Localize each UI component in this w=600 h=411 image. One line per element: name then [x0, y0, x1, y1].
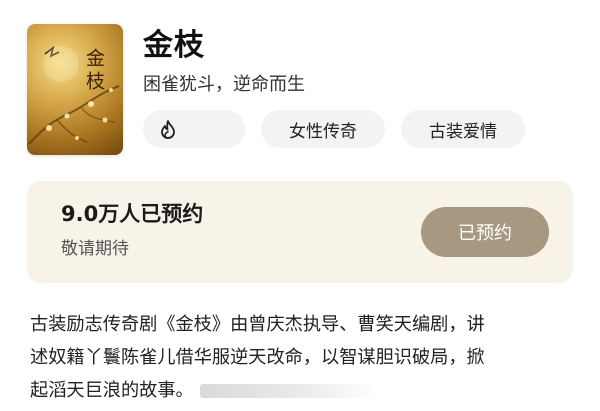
tag-row: 女性传奇 古装爱情: [143, 110, 525, 148]
reservation-count: 9.0万人已预约: [61, 202, 204, 226]
show-poster[interactable]: 金枝: [27, 24, 123, 155]
reserved-button[interactable]: 已预约: [421, 207, 549, 257]
poster-title-text: 金枝: [83, 48, 105, 94]
show-description: 古装励志传奇剧《金枝》由曾庆杰执导、曹笑天编剧，讲 述奴籍丫鬟陈雀儿借华服逆天改…: [30, 308, 575, 407]
tag-genre-2[interactable]: 古装爱情: [401, 110, 525, 148]
show-title: 金枝: [143, 28, 205, 63]
hot-tag[interactable]: [143, 110, 245, 148]
tag-genre-1[interactable]: 女性传奇: [261, 110, 385, 148]
description-line: 古装励志传奇剧《金枝》由曾庆杰执导、曹笑天编剧，讲: [30, 314, 485, 335]
blurred-text-overlay: [199, 384, 380, 398]
description-line-text: 起滔天巨浪的故事。: [30, 380, 194, 401]
reservation-card: 9.0万人已预约 敬请期待 已预约: [27, 181, 573, 283]
description-line-last: 起滔天巨浪的故事。: [30, 374, 575, 407]
reservation-tip: 敬请期待: [61, 239, 129, 259]
show-tagline: 困雀犹斗，逆命而生: [143, 74, 305, 95]
poster-art: [28, 46, 120, 145]
flame-icon: [161, 120, 175, 139]
description-line: 述奴籍丫鬟陈雀儿借华服逆天改命，以智谋胆识破局，掀: [30, 347, 485, 368]
show-detail-page: 金枝 金枝 困雀犹斗，逆命而生 女性传奇 古装爱情 9.0万人已预约 敬请期待 …: [0, 0, 600, 411]
